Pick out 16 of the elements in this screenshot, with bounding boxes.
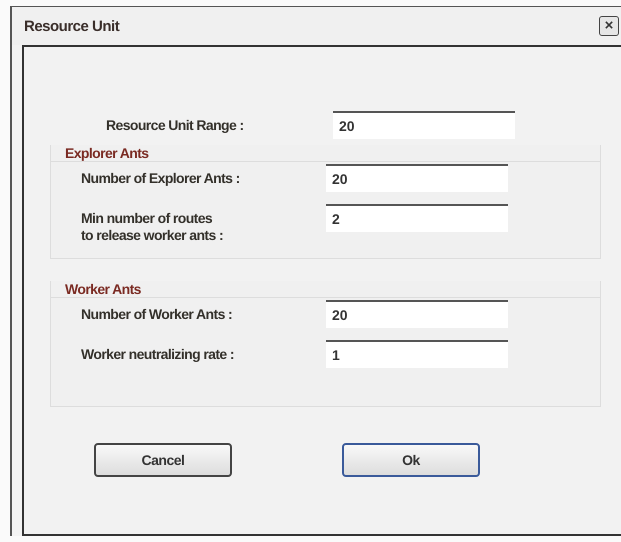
input-field[interactable]: 20 bbox=[326, 164, 508, 192]
input-field[interactable]: 20 bbox=[333, 111, 515, 139]
ok-button[interactable]: Ok bbox=[342, 443, 480, 477]
input-field[interactable]: 2 bbox=[326, 204, 508, 232]
window-title: Resource Unit bbox=[24, 18, 120, 34]
close-button[interactable]: × bbox=[599, 16, 619, 36]
group-title: Explorer Ants bbox=[51, 145, 600, 162]
cancel-button[interactable]: Cancel bbox=[94, 443, 232, 477]
input-field[interactable]: 20 bbox=[326, 300, 508, 328]
input-field[interactable]: 1 bbox=[326, 340, 508, 368]
field-label: Resource Unit Range : bbox=[105, 116, 245, 134]
field-label: Min number of routes to release worker ants : bbox=[80, 209, 224, 244]
field-label: Worker neutralizing rate : bbox=[80, 345, 235, 363]
group-title: Worker Ants bbox=[51, 281, 600, 298]
field-label: Number of Worker Ants : bbox=[80, 305, 234, 323]
field-label: Number of Explorer Ants : bbox=[80, 169, 241, 187]
